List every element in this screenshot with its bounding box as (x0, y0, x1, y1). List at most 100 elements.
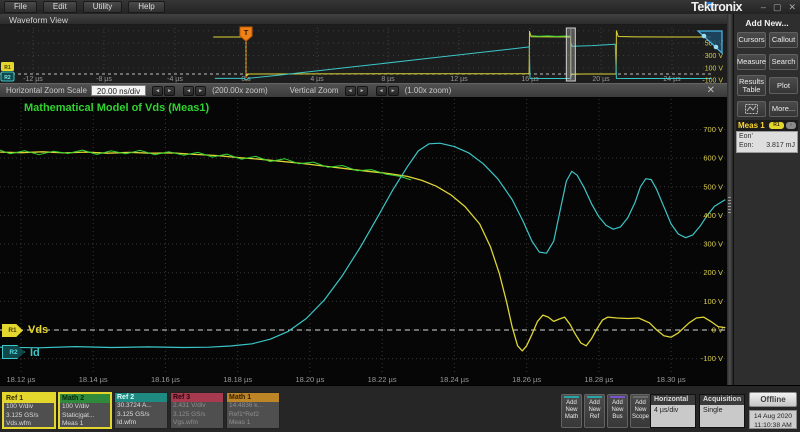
v-zoom-step-buttons: ◄ ► (345, 86, 368, 96)
overview-zoom-triangle-icon[interactable] (698, 31, 722, 53)
overview-x-tick-label: -12 µs (23, 76, 43, 83)
add-new-ref-button[interactable]: Add New Ref (584, 394, 605, 428)
badge-math2[interactable]: Math 2 100 V/div Static|gat... Meas 1 (58, 392, 112, 429)
badge-ref2-title: Ref 2 (115, 393, 167, 402)
v-zoom-fine-buttons: ◄ ► (376, 86, 399, 96)
overview-x-tick-label: 12 µs (450, 76, 468, 83)
add-new-bus-button[interactable]: Add New Bus (607, 394, 628, 428)
main-v-tick-label: 300 V (703, 240, 723, 249)
badge-math1-row: Ref1*Ref2 (227, 411, 279, 420)
badge-ref3-row: 3.125 GS/s (171, 411, 223, 420)
results-table-button[interactable]: Results Table (737, 75, 766, 96)
badge-ref2-row: 3.125 GS/s (115, 411, 167, 420)
v-zoom-increase-button[interactable]: ► (357, 86, 368, 96)
main-plot: 18.12 µs 18.14 µs 18.16 µs 18.18 µs 18.20 µs… (0, 97, 727, 385)
h-zoom-decrease-button[interactable]: ◄ (152, 86, 163, 96)
main-x-tick-label: 18.16 µs (151, 375, 180, 384)
main-v-tick-label: 500 V (703, 182, 723, 191)
main-graticule[interactable]: 18.12 µs 18.14 µs 18.16 µs 18.18 µs 18.20 µs… (0, 97, 727, 385)
main-v-tick-label: 400 V (703, 211, 723, 220)
badge-math1-row: 14.4836 k... (227, 402, 279, 411)
zoom-view-close-icon[interactable]: ✕ (707, 85, 721, 97)
plot-button[interactable]: Plot (769, 77, 798, 94)
main-x-tick-label: 18.14 µs (79, 375, 108, 384)
window-controls: – ▢ ✕ (761, 1, 796, 13)
callout-button[interactable]: Callout (769, 32, 798, 48)
vertical-zoom-label: Vertical Zoom (290, 86, 339, 95)
v-zoom-fine-left-button[interactable]: ◄ (376, 86, 387, 96)
meas1-body: Eon' Eon: 3.817 mJ (736, 131, 798, 153)
horizontal-settings-panel[interactable]: Horizontal 4 µs/div (650, 394, 696, 428)
badge-ref2-row: 30.3724 A... (115, 402, 167, 411)
meas1-header: Meas 1 R1 › (736, 120, 798, 131)
main-v-tick-label: -100 V (701, 354, 723, 363)
overview-x-tick-label: 24 µs (663, 76, 681, 83)
splitter-grip-icon[interactable] (728, 197, 731, 213)
acquisition-settings-panel[interactable]: Acquisition Single (699, 394, 745, 428)
main-x-tick-label: 18.20 µs (295, 375, 324, 384)
v-zoom-decrease-button[interactable]: ◄ (345, 86, 356, 96)
badge-math1[interactable]: Math 1 14.4836 k... Ref1*Ref2 Meas 1 (226, 392, 280, 429)
h-zoom-fine-right-button[interactable]: ► (195, 86, 206, 96)
h-zoom-fine-left-button[interactable]: ◄ (183, 86, 194, 96)
zoom-toolbar: Horizontal Zoom Scale 20.00 ns/div ◄ ► ◄… (0, 83, 727, 97)
badge-ref1-row: Vds.wfm (4, 420, 54, 429)
badge-ref2[interactable]: Ref 2 30.3724 A... 3.125 GS/s Id.wfm (114, 392, 168, 429)
menu-utility[interactable]: Utility (83, 1, 123, 13)
badge-ref3[interactable]: Ref 3 2.431 V/div 3.125 GS/s Vgs.wfm (170, 392, 224, 429)
id-trace (0, 143, 725, 348)
zoom-handle-dot-icon (702, 34, 707, 39)
main-x-tick-label: 18.26 µs (512, 375, 541, 384)
meas1-name: Meas 1 (738, 121, 767, 130)
meas1-result-badge[interactable]: Meas 1 R1 › Eon' Eon: 3.817 mJ (736, 120, 798, 153)
scope-stripe (633, 396, 648, 398)
main-x-tick-label: 18.30 µs (657, 375, 686, 384)
math-model-annotation: Mathematical Model of Vds (Meas1) (24, 102, 209, 114)
restore-icon[interactable]: ▢ (773, 1, 782, 13)
main-x-tick-label: 18.12 µs (6, 375, 35, 384)
overview-v-label: 300 V (705, 53, 724, 60)
badge-math2-row: 100 V/div (60, 403, 110, 412)
main-x-tick-label: 18.18 µs (223, 375, 252, 384)
more-button[interactable]: More... (769, 101, 798, 117)
acquisition-panel-title: Acquisition (700, 395, 744, 405)
overview-plot: -12 µs-8 µs-4 µs0 s4 µs8 µs12 µs16 µs20 … (0, 25, 727, 83)
badge-ref1-row: 3.125 GS/s (4, 412, 54, 421)
overview-x-tick-label: -4 µs (167, 76, 183, 83)
close-icon[interactable]: ✕ (788, 1, 796, 13)
meas1-row2-value: 3.817 mJ (766, 142, 795, 151)
menu-help[interactable]: Help (128, 1, 164, 13)
menu-edit[interactable]: Edit (43, 1, 77, 13)
draw-a-box-button[interactable] (737, 101, 766, 117)
cursors-button[interactable]: Cursors (737, 32, 766, 48)
meas1-row2-label: Eon: (739, 142, 753, 151)
offline-button[interactable]: Offline (749, 392, 797, 407)
badge-ref3-row: 2.431 V/div (171, 402, 223, 411)
add-new-scope-button[interactable]: Add New Scope (630, 394, 651, 428)
vds-trace-label: Vds (28, 324, 48, 336)
measure-button[interactable]: Measure (737, 54, 766, 70)
overview-ref1-chip-label: R1 (4, 65, 11, 71)
meas1-expander-icon[interactable]: › (786, 122, 796, 129)
add-new-math-button[interactable]: Add New Math (561, 394, 582, 428)
badge-ref1[interactable]: Ref 1 100 V/div 3.125 GS/s Vds.wfm (2, 392, 56, 429)
horizontal-zoom-scale-input[interactable]: 20.00 ns/div (91, 85, 146, 96)
zoom-handle-dot-icon (714, 45, 719, 50)
overview-graticule[interactable]: -12 µs-8 µs-4 µs0 s4 µs8 µs12 µs16 µs20 … (0, 25, 727, 83)
main-v-tick-label: 100 V (703, 297, 723, 306)
math-stripe (564, 396, 579, 398)
h-zoom-fine-buttons: ◄ ► (183, 86, 206, 96)
menu-file[interactable]: File (4, 1, 37, 13)
add-new-header: Add New... (734, 14, 800, 28)
v-zoom-fine-right-button[interactable]: ► (388, 86, 399, 96)
h-zoom-increase-button[interactable]: ► (164, 86, 175, 96)
tektronix-logo: Tektronix (691, 0, 742, 14)
main-x-tick-label: 18.24 µs (440, 375, 469, 384)
main-v-tick-label: 0 V (712, 326, 723, 335)
bus-stripe (610, 396, 625, 398)
search-button[interactable]: Search (769, 54, 798, 70)
main-v-tick-label: 700 V (703, 125, 723, 134)
main-x-tick-label: 18.28 µs (584, 375, 613, 384)
horizontal-zoom-factor: (200.00x zoom) (212, 86, 268, 95)
minimize-icon[interactable]: – (761, 1, 766, 13)
